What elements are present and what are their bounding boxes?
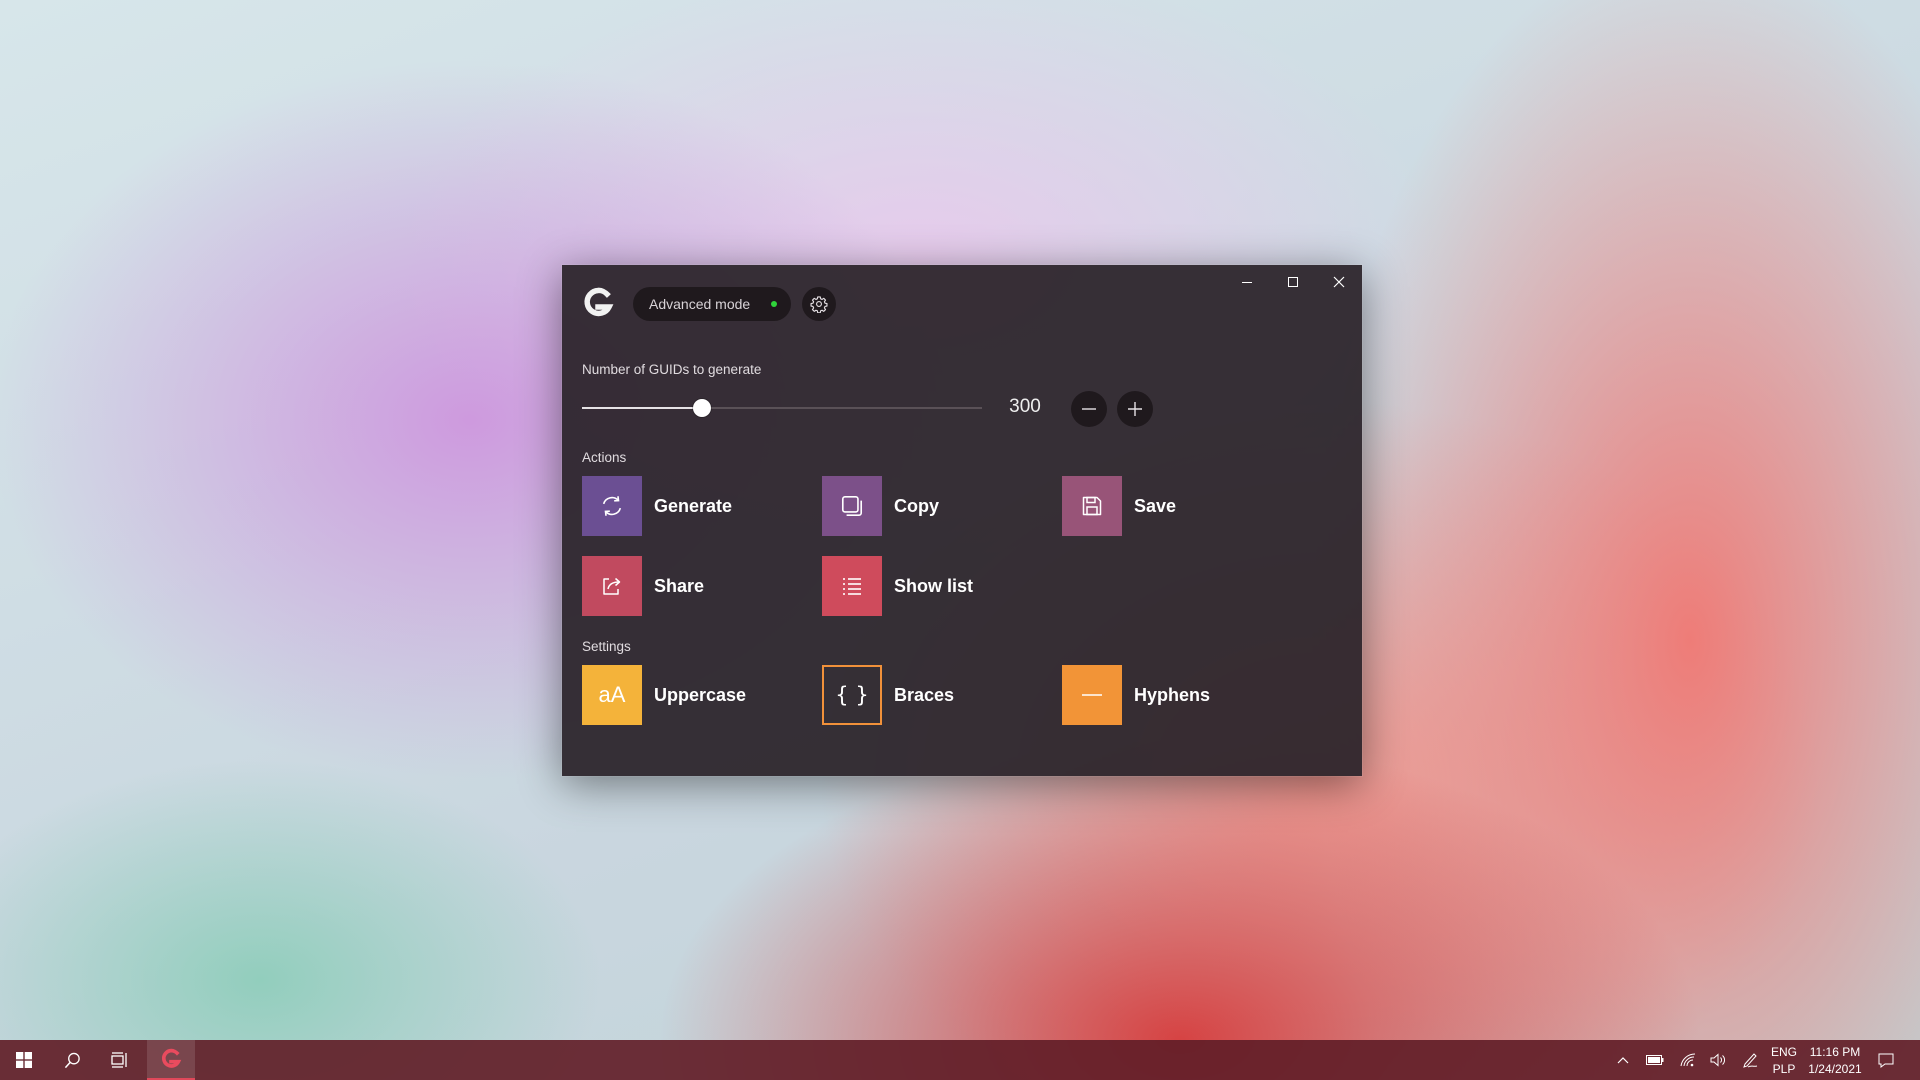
settings-heading: Settings [582, 639, 631, 654]
maximize-icon [1288, 277, 1298, 287]
task-view-icon [111, 1052, 127, 1068]
speaker-icon [1710, 1053, 1725, 1067]
keyboard-layout: PLP [1772, 1062, 1796, 1076]
hyphens-label: Hyphens [1134, 684, 1211, 705]
show-list-label: Show list [894, 575, 974, 596]
save-tile-icon [1062, 476, 1122, 536]
generate-tile-icon [582, 476, 642, 536]
share-button[interactable]: Share [582, 556, 704, 616]
uppercase-label: Uppercase [654, 684, 747, 705]
actions-heading: Actions [582, 450, 627, 465]
list-icon [843, 578, 861, 595]
hyphen-icon [1082, 694, 1102, 696]
copy-icon [841, 495, 863, 517]
app-logo-icon [161, 1048, 182, 1068]
guid-count-label: Number of GUIDs to generate [582, 362, 762, 377]
braces-icon: { } [835, 683, 869, 707]
show-hidden-icons-button[interactable] [1608, 1040, 1638, 1080]
minus-icon [1082, 408, 1096, 410]
mode-label: Advanced mode [649, 296, 751, 312]
uppercase-toggle[interactable]: aA Uppercase [582, 665, 746, 725]
windows-logo-icon [16, 1052, 32, 1068]
uppercase-tile-icon: aA [582, 665, 642, 725]
pen-icon [1743, 1053, 1758, 1068]
text-case-icon: aA [598, 682, 626, 707]
share-tile-icon [582, 556, 642, 616]
clock-time: 11:16 PM [1809, 1045, 1861, 1059]
app-logo-icon [584, 287, 614, 317]
show-list-tile-icon [822, 556, 882, 616]
increment-button[interactable] [1117, 391, 1153, 427]
copy-label: Copy [894, 495, 939, 516]
clock-date: 1/24/2021 [1808, 1062, 1862, 1076]
taskbar-app-guid-generator[interactable] [147, 1040, 195, 1080]
save-label: Save [1134, 495, 1177, 516]
braces-tile-icon: { } [822, 665, 882, 725]
share-label: Share [654, 575, 705, 596]
action-center-button[interactable] [1871, 1040, 1901, 1080]
hyphens-tile-icon [1062, 665, 1122, 725]
search-icon [64, 1052, 80, 1068]
network-button[interactable] [1673, 1040, 1703, 1080]
search-button[interactable] [48, 1040, 96, 1080]
settings-button[interactable] [802, 287, 836, 321]
app-window: Advanced mode Number of GUIDs to generat… [561, 264, 1363, 777]
mode-status-indicator [771, 301, 777, 307]
generate-label: Generate [654, 495, 733, 516]
language-code: ENG [1770, 1045, 1797, 1059]
plus-icon [1128, 402, 1142, 416]
gear-icon [810, 296, 828, 313]
close-icon [1333, 276, 1345, 288]
volume-button[interactable] [1703, 1040, 1733, 1080]
braces-label: Braces [894, 684, 955, 705]
show-list-button[interactable]: Show list [822, 556, 973, 616]
clock[interactable]: 11:16 PM 1/24/2021 [1806, 1044, 1864, 1078]
wifi-icon [1680, 1053, 1696, 1067]
braces-toggle[interactable]: { } Braces [822, 665, 954, 725]
advanced-mode-toggle[interactable]: Advanced mode [633, 287, 791, 321]
start-button[interactable] [0, 1040, 48, 1080]
hyphens-toggle[interactable]: Hyphens [1062, 665, 1210, 725]
save-button[interactable]: Save [1062, 476, 1176, 536]
decrement-button[interactable] [1071, 391, 1107, 427]
chevron-up-icon [1617, 1057, 1629, 1064]
minimize-icon [1242, 282, 1252, 283]
refresh-icon [602, 496, 622, 516]
guid-count-slider[interactable] [582, 399, 982, 417]
battery-button[interactable] [1640, 1040, 1670, 1080]
generate-button[interactable]: Generate [582, 476, 732, 536]
close-button[interactable] [1316, 265, 1362, 299]
share-icon [603, 577, 621, 595]
copy-button[interactable]: Copy [822, 476, 939, 536]
battery-icon [1646, 1055, 1664, 1065]
slider-thumb[interactable] [693, 399, 711, 417]
maximize-button[interactable] [1270, 265, 1316, 299]
slider-fill [582, 407, 702, 409]
minimize-button[interactable] [1224, 265, 1270, 299]
taskbar: ENG PLP 11:16 PM 1/24/2021 [0, 1040, 1920, 1080]
save-icon [1082, 496, 1102, 516]
windows-ink-button[interactable] [1735, 1040, 1765, 1080]
copy-tile-icon [822, 476, 882, 536]
input-language-indicator[interactable]: ENG PLP [1768, 1044, 1800, 1078]
notification-icon [1878, 1053, 1894, 1068]
task-view-button[interactable] [96, 1040, 144, 1080]
guid-count-value: 300 [1009, 396, 1041, 417]
